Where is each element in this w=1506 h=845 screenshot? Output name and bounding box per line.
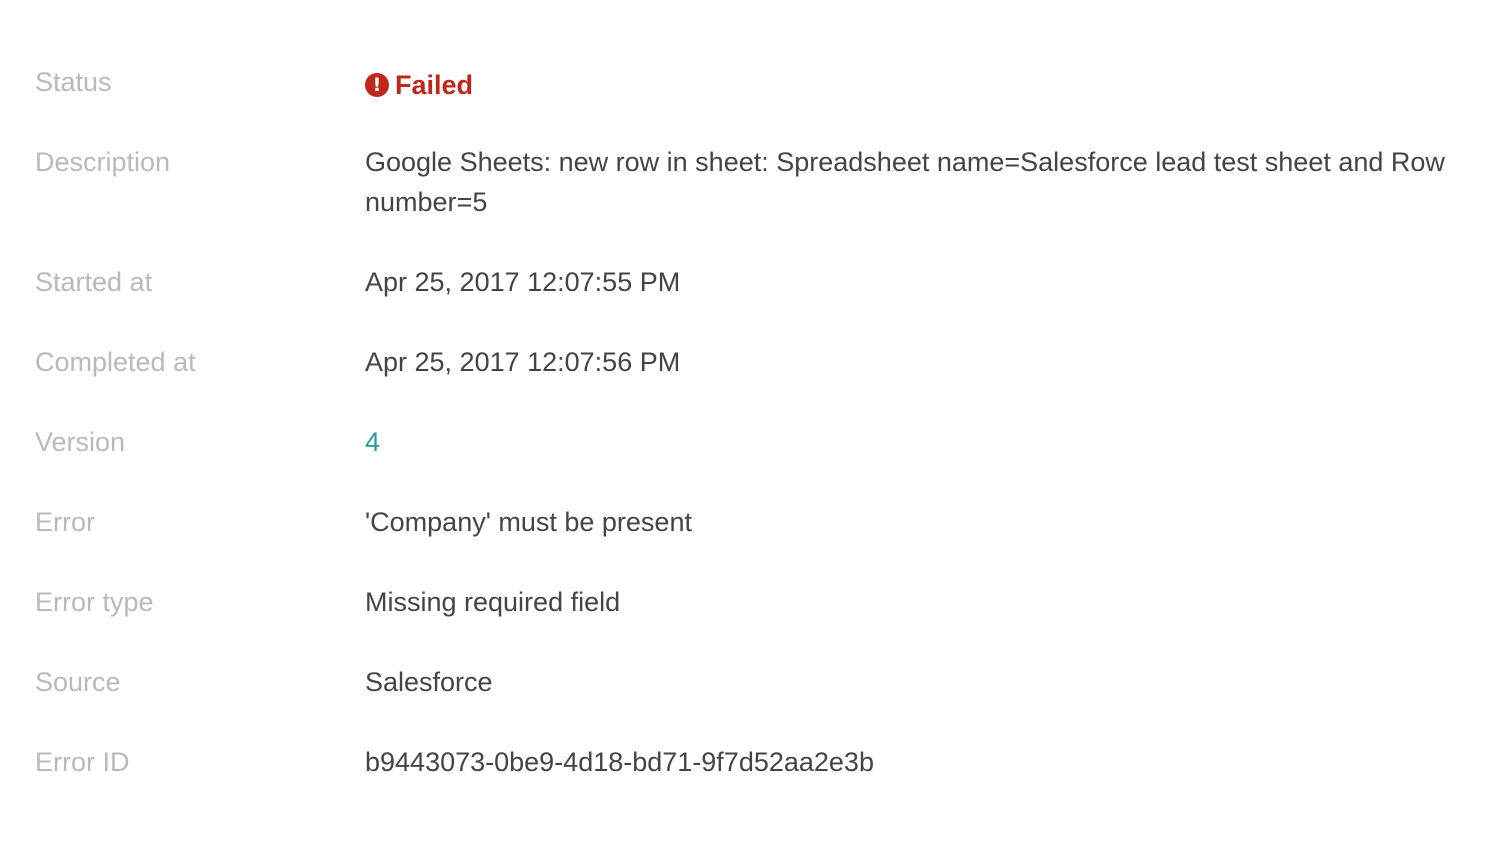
error-label: Error bbox=[35, 507, 95, 537]
status-value: ! Failed bbox=[365, 60, 1475, 105]
source-value: Salesforce bbox=[365, 667, 493, 697]
version-value-cell: 4 bbox=[365, 420, 1475, 462]
completed-at-label: Completed at bbox=[35, 347, 196, 377]
source-label: Source bbox=[35, 667, 121, 697]
version-label: Version bbox=[35, 427, 126, 457]
error-row: Error 'Company' must be present bbox=[35, 500, 1475, 580]
status-label: Status bbox=[35, 67, 112, 97]
job-details-list: Status ! Failed Description Google Sheet… bbox=[35, 60, 1475, 820]
version-link[interactable]: 4 bbox=[365, 427, 380, 457]
status-text: Failed bbox=[395, 70, 474, 100]
error-id-label: Error ID bbox=[35, 747, 130, 777]
completed-at-value: Apr 25, 2017 12:07:56 PM bbox=[365, 347, 681, 377]
started-at-row: Started at Apr 25, 2017 12:07:55 PM bbox=[35, 260, 1475, 340]
error-type-label: Error type bbox=[35, 587, 154, 617]
source-row: Source Salesforce bbox=[35, 660, 1475, 740]
status-row: Status ! Failed bbox=[35, 60, 1475, 140]
error-value: 'Company' must be present bbox=[365, 507, 692, 537]
description-row: Description Google Sheets: new row in sh… bbox=[35, 140, 1475, 260]
status-badge: ! Failed bbox=[365, 65, 473, 105]
description-label: Description bbox=[35, 147, 171, 177]
error-id-row: Error ID b9443073-0be9-4d18-bd71-9f7d52a… bbox=[35, 740, 1475, 820]
started-at-value: Apr 25, 2017 12:07:55 PM bbox=[365, 267, 681, 297]
exclamation-circle-icon: ! bbox=[365, 73, 389, 97]
description-value: Google Sheets: new row in sheet: Spreads… bbox=[365, 147, 1445, 217]
error-type-value: Missing required field bbox=[365, 587, 621, 617]
started-at-label: Started at bbox=[35, 267, 153, 297]
completed-at-row: Completed at Apr 25, 2017 12:07:56 PM bbox=[35, 340, 1475, 420]
error-type-row: Error type Missing required field bbox=[35, 580, 1475, 660]
error-id-value: b9443073-0be9-4d18-bd71-9f7d52aa2e3b bbox=[365, 747, 874, 777]
version-row: Version 4 bbox=[35, 420, 1475, 500]
